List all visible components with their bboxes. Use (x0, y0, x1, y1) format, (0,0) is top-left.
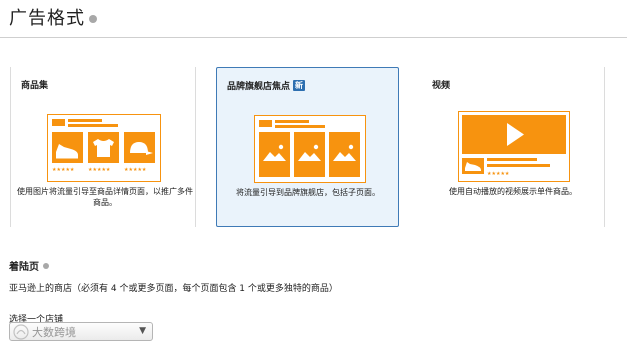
card-description: 使用自动播放的视频展示单件商品。 (449, 187, 577, 196)
chevron-down-icon: ▼ (139, 326, 146, 336)
card-description: 使用图片将流量引导至商品详情页面，以推广多件商品。 (17, 187, 193, 207)
product-collection-illustration: ★★★★★ ★★★★★ ★★★★★ (47, 114, 161, 182)
stars: ★★★★★ (487, 171, 510, 177)
ad-format-card-store-spotlight[interactable]: 品牌旗舰店焦点 新 将流量引导到品牌旗舰店，包括子页面。 (216, 67, 399, 227)
card-description: 将流量引导到品牌旗舰店，包括子页面。 (236, 188, 380, 197)
card-title-text: 品牌旗舰店焦点 (227, 82, 291, 92)
info-icon[interactable] (43, 263, 49, 269)
landing-page-label: 着陆页 (9, 258, 49, 273)
ad-format-card-product-collection[interactable]: 商品集 ★★★★★ ★★★★★ ★★★★★ 使用图片将流量引导至商品详情页面，以… (10, 67, 196, 227)
header-divider (0, 37, 627, 38)
store-spotlight-illustration (254, 115, 366, 183)
info-icon[interactable] (89, 14, 97, 23)
page-title-text: 广告格式 (9, 8, 85, 29)
card-title: 品牌旗舰店焦点 新 (227, 79, 306, 92)
video-illustration: ★★★★★ (458, 111, 570, 182)
page-title: 广告格式 (9, 4, 97, 30)
store-select-value: 大数跨境 (32, 325, 76, 339)
stars-2: ★★★★★ (88, 167, 111, 173)
store-select[interactable]: 大数跨境 ▼ (9, 322, 153, 341)
store-logo-icon (13, 324, 29, 340)
stars-1: ★★★★★ (52, 167, 75, 173)
ad-format-card-video[interactable]: 视频 ★★★★★ 使用自动播放的视频展示单件商品。 (422, 67, 605, 227)
card-title: 商品集 (21, 78, 48, 91)
landing-page-label-text: 着陆页 (9, 262, 39, 273)
card-title-text: 商品集 (21, 81, 49, 91)
stars-3: ★★★★★ (124, 167, 147, 173)
card-title-text: 视频 (432, 81, 451, 91)
landing-page-description: 亚马逊上的商店（必须有 4 个或更多页面，每个页面包含 1 个或更多独特的商品） (9, 284, 338, 294)
card-title: 视频 (432, 78, 450, 91)
new-badge: 新 (293, 80, 306, 91)
